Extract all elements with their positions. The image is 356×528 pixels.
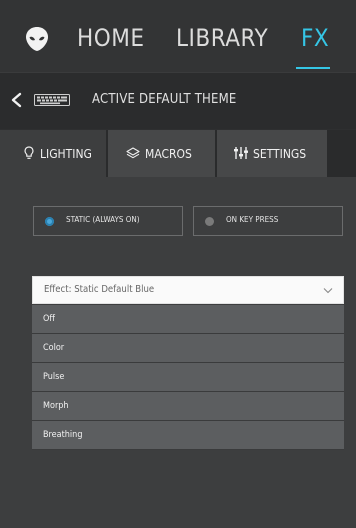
active-theme-title: ACTIVE DEFAULT THEME [92, 92, 237, 107]
effect-option-color[interactable]: Color [32, 334, 344, 363]
keyboard-icon [34, 94, 70, 106]
mode-keypress-option[interactable]: ON KEY PRESS [193, 206, 343, 236]
active-nav-indicator [296, 67, 330, 69]
sliders-icon [234, 147, 248, 159]
effect-options-list: Off Color Pulse Morph Breathing [32, 305, 344, 450]
option-label: Morph [43, 401, 69, 411]
chevron-down-icon [323, 288, 333, 294]
tab-macros-label: MACROS [145, 147, 192, 161]
effect-option-morph[interactable]: Morph [32, 392, 344, 421]
mode-keypress-label: ON KEY PRESS [226, 215, 279, 224]
option-label: Breathing [43, 430, 83, 440]
mode-static-label: STATIC (ALWAYS ON) [66, 215, 140, 224]
lightbulb-icon [24, 146, 34, 159]
tab-settings-label: SETTINGS [253, 147, 307, 161]
effect-option-pulse[interactable]: Pulse [32, 363, 344, 392]
mode-static-option[interactable]: STATIC (ALWAYS ON) [33, 206, 183, 236]
nav-library[interactable]: LIBRARY [176, 24, 268, 52]
option-label: Pulse [43, 372, 65, 382]
option-label: Color [43, 343, 65, 353]
option-label: Off [43, 314, 55, 324]
effect-select[interactable]: Effect: Static Default Blue [32, 276, 344, 304]
effect-option-off[interactable]: Off [32, 305, 344, 334]
tab-settings[interactable]: SETTINGS [217, 130, 327, 177]
back-arrow-icon[interactable] [10, 92, 24, 108]
effect-option-breathing[interactable]: Breathing [32, 421, 344, 450]
effect-select-value: Effect: Static Default Blue [44, 284, 155, 295]
tab-macros[interactable]: MACROS [108, 130, 215, 177]
tab-lighting[interactable]: LIGHTING [0, 130, 106, 177]
alien-logo-icon[interactable] [25, 26, 49, 52]
nav-home[interactable]: HOME [77, 24, 145, 52]
radio-selected-icon[interactable] [45, 217, 54, 226]
radio-unselected-icon[interactable] [205, 217, 214, 226]
layers-icon [126, 147, 140, 159]
nav-fx[interactable]: FX [301, 24, 329, 52]
tab-lighting-label: LIGHTING [40, 147, 92, 161]
